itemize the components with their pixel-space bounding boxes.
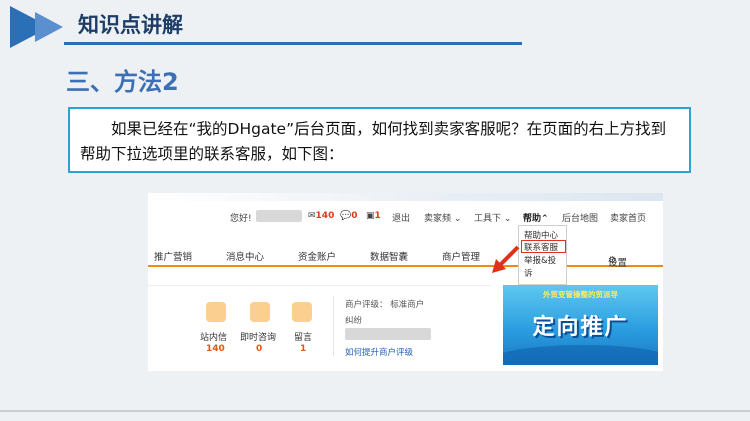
message-icon[interactable]: ✉140 xyxy=(308,211,334,221)
nav-item-messages[interactable]: 消息中心 xyxy=(226,249,264,263)
top-bar: 您好! ✉140 💬0 ▣1 退出 卖家频 ⌄ 工具下 ⌄ 帮助⌃ 后台地图 卖… xyxy=(148,207,663,227)
main-nav: 推广营销 消息中心 资金账户 数据智囊 商户管理 ⚙ 设置 xyxy=(148,243,663,269)
question-text: 如果已经在“我的DHgate”后台页面，如何找到卖家客服呢？在页面的右上方找到帮… xyxy=(80,120,667,163)
message-count: 140 xyxy=(315,211,335,221)
tools-menu[interactable]: 工具下 ⌄ xyxy=(474,211,511,224)
note-count: 1 xyxy=(300,344,307,354)
nav-item-promotion[interactable]: 推广营销 xyxy=(154,249,192,263)
inbox-label[interactable]: 站内信 xyxy=(200,330,227,343)
note-label[interactable]: 留言 xyxy=(294,330,312,343)
panel-divider xyxy=(333,296,334,356)
seller-home-link[interactable]: 卖家首页 xyxy=(610,211,646,224)
chat-label[interactable]: 即时咨询 xyxy=(240,330,276,343)
greeting-text: 您好! xyxy=(230,214,252,224)
footer-divider xyxy=(0,410,750,412)
seller-menu[interactable]: 卖家频 ⌄ xyxy=(424,211,461,224)
help-dropdown: 帮助中心 联系客服 举报&投 诉 xyxy=(518,225,567,285)
inbox-count: 140 xyxy=(206,344,225,354)
blurred-field xyxy=(345,328,431,340)
banner-subtitle: 外贸变管操整的贸派导 xyxy=(543,290,618,299)
question-box: 如果已经在“我的DHgate”后台页面，如何找到卖家客服呢？在页面的右上方找到帮… xyxy=(68,107,691,173)
report-item[interactable]: 举报&投 xyxy=(524,254,556,266)
report-item-cont[interactable]: 诉 xyxy=(524,267,533,279)
title-divider xyxy=(64,42,522,45)
account-panel: 站内信 140 即时咨询 0 留言 1 商户评级： 标准商户 纠纷 如何提升商户… xyxy=(148,285,491,365)
dispute-text: 纠纷 xyxy=(345,316,363,326)
section-title: 三、方法2 xyxy=(66,68,179,96)
logout-link[interactable]: 退出 xyxy=(392,211,410,224)
settings-label: 设置 xyxy=(608,258,628,269)
rating-text: 商户评级： 标准商户 xyxy=(345,300,425,310)
banner-title: 定向推广 xyxy=(532,315,629,340)
slide-title: 知识点讲解 xyxy=(78,13,183,37)
chat-bubble-icon[interactable] xyxy=(250,302,270,322)
nav-item-merchant[interactable]: 商户管理 xyxy=(442,249,480,263)
chat-count-panel: 0 xyxy=(256,344,263,354)
notice-count: 1 xyxy=(374,211,381,221)
header-arrow-small-icon xyxy=(35,12,63,42)
pointer-arrow-icon xyxy=(492,245,520,273)
rating-help-link[interactable]: 如何提升商户评级 xyxy=(345,346,413,358)
sitemap-link[interactable]: 后台地图 xyxy=(562,211,598,224)
notice-icon[interactable]: ▣1 xyxy=(366,211,381,221)
promo-banner[interactable]: 外贸变管操整的贸派导 定向推广 xyxy=(503,285,658,365)
nav-item-data[interactable]: 数据智囊 xyxy=(370,249,408,263)
screenshot-top-band xyxy=(148,193,663,201)
chat-icon[interactable]: 💬0 xyxy=(340,211,357,221)
blurred-username xyxy=(256,210,302,222)
note-icon[interactable] xyxy=(292,302,312,322)
banner-wave xyxy=(503,345,658,365)
help-menu[interactable]: 帮助⌃ xyxy=(523,211,549,224)
dhgate-screenshot: 您好! ✉140 💬0 ▣1 退出 卖家频 ⌄ 工具下 ⌄ 帮助⌃ 后台地图 卖… xyxy=(148,193,663,371)
chat-count: 0 xyxy=(351,211,358,221)
inbox-icon[interactable] xyxy=(206,302,226,322)
nav-item-funds[interactable]: 资金账户 xyxy=(298,249,336,263)
contact-service-item[interactable]: 联系客服 xyxy=(524,241,558,253)
